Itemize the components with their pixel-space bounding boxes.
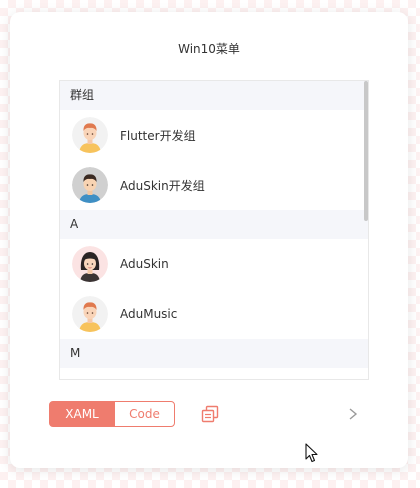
list-scrollbar[interactable] <box>364 81 368 221</box>
demo-card: Win10菜单 群组 Flutter开发组 AduSkin开发组 A AduSk… <box>10 12 408 468</box>
girl-black-hair-avatar <box>72 246 108 282</box>
list-item-label: AduSkin <box>120 257 169 271</box>
list-item-aduskin-group[interactable]: AduSkin开发组 <box>60 160 368 210</box>
list-item-adumusic[interactable]: AduMusic <box>60 289 368 339</box>
list-item-label: AduMusic <box>120 307 178 321</box>
xaml-tab-button[interactable]: XAML <box>49 401 115 427</box>
code-tab-button[interactable]: Code <box>114 401 175 427</box>
list-item-label: Flutter开发组 <box>120 128 196 143</box>
list-item-aduskin[interactable]: AduSkin <box>60 239 368 289</box>
window-title: Win10菜单 <box>178 42 240 56</box>
group-header-m: M <box>60 339 368 368</box>
mouse-cursor-icon <box>305 443 318 463</box>
chevron-right-icon[interactable] <box>347 407 359 421</box>
list-item-flutter-group[interactable]: Flutter开发组 <box>60 110 368 160</box>
man-grey-background-avatar <box>72 167 108 203</box>
list-item-label: AduSkin开发组 <box>120 178 205 193</box>
contact-listbox[interactable]: 群组 Flutter开发组 AduSkin开发组 A AduSkin AduMu… <box>59 80 369 380</box>
group-header-qunzu: 群组 <box>60 81 368 110</box>
boy-orange-hair-avatar <box>72 296 108 332</box>
copy-icon[interactable] <box>201 405 219 423</box>
boy-orange-hair-avatar <box>72 117 108 153</box>
group-header-a: A <box>60 210 368 239</box>
